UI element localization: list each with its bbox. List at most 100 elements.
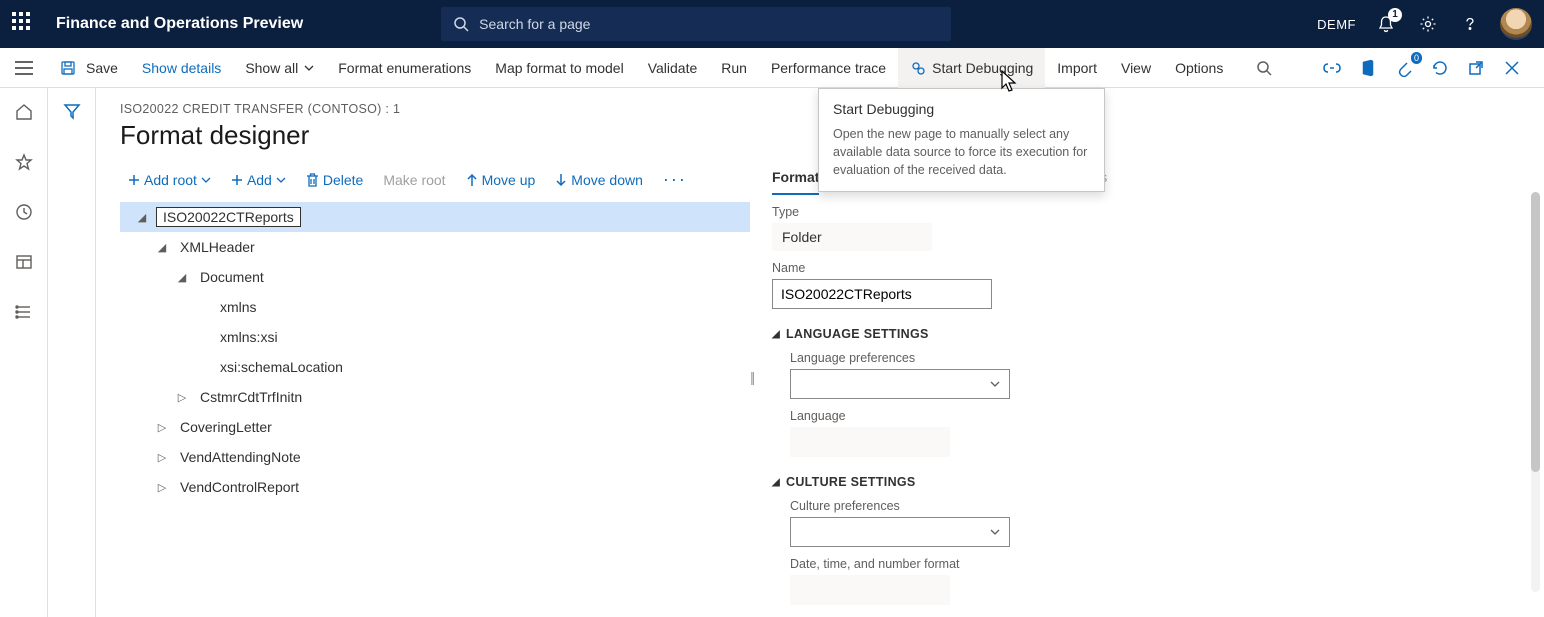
collapse-icon[interactable]: ◢	[154, 241, 170, 254]
command-bar-right: 0	[1248, 52, 1536, 84]
link-icon[interactable]	[1316, 52, 1348, 84]
close-icon[interactable]	[1496, 52, 1528, 84]
language-pref-dropdown[interactable]	[790, 369, 1010, 399]
tree-node-label: xsi:schemaLocation	[216, 357, 347, 377]
notifications-icon[interactable]: 1	[1374, 12, 1398, 36]
format-tree: ◢ ISO20022CTReports ◢ XMLHeader ◢ Docume…	[120, 202, 750, 502]
start-debugging-button[interactable]: Start Debugging	[898, 48, 1045, 88]
app-launcher-icon[interactable]	[12, 12, 36, 36]
plus-icon	[231, 174, 243, 186]
tree-node-label: XMLHeader	[176, 237, 259, 257]
date-format-value	[790, 575, 950, 605]
expand-icon[interactable]: ▷	[154, 451, 170, 464]
save-icon	[60, 60, 76, 76]
arrow-up-icon	[466, 173, 478, 187]
home-icon[interactable]	[8, 96, 40, 128]
chevron-down-icon	[989, 528, 1001, 536]
language-pref-label: Language preferences	[790, 351, 1520, 365]
scrollbar-thumb[interactable]	[1531, 192, 1540, 472]
notification-badge: 1	[1388, 8, 1402, 22]
delete-button[interactable]: Delete	[298, 168, 371, 192]
help-icon[interactable]	[1458, 12, 1482, 36]
name-input[interactable]	[772, 279, 992, 309]
expand-icon[interactable]: ▷	[154, 421, 170, 434]
expand-icon[interactable]: ▷	[174, 391, 190, 404]
culture-settings-header[interactable]: ◢ CULTURE SETTINGS	[772, 475, 1520, 489]
performance-trace-button[interactable]: Performance trace	[759, 48, 898, 88]
collapse-icon[interactable]: ◢	[134, 211, 150, 224]
global-search-input[interactable]: Search for a page	[441, 7, 951, 41]
tree-node-label: xmlns:xsi	[216, 327, 282, 347]
refresh-icon[interactable]	[1424, 52, 1456, 84]
settings-icon[interactable]	[1416, 12, 1440, 36]
collapse-icon[interactable]: ◢	[174, 271, 190, 284]
user-avatar[interactable]	[1500, 8, 1532, 40]
top-navbar: Finance and Operations Preview Search fo…	[0, 0, 1544, 48]
tree-node-schema[interactable]: · xsi:schemaLocation	[120, 352, 750, 382]
more-button[interactable]: ···	[655, 165, 695, 194]
tree-node-cstmr[interactable]: ▷ CstmrCdtTrfInitn	[120, 382, 750, 412]
show-all-button[interactable]: Show all	[233, 48, 326, 88]
plus-icon	[128, 174, 140, 186]
tree-column: Add root Add Delete Make root	[120, 165, 754, 605]
trash-icon	[306, 173, 319, 187]
favorites-icon[interactable]	[8, 146, 40, 178]
date-format-label: Date, time, and number format	[790, 557, 1520, 571]
view-button[interactable]: View	[1109, 48, 1163, 88]
search-icon	[453, 16, 469, 32]
tab-format[interactable]: Format	[772, 165, 819, 195]
tree-node-label: VendAttendingNote	[176, 447, 305, 467]
move-down-button[interactable]: Move down	[547, 168, 651, 192]
tree-node-label: VendControlReport	[176, 477, 303, 497]
filter-icon[interactable]	[63, 102, 81, 617]
save-button[interactable]: Save	[48, 48, 130, 88]
collapse-icon: ◢	[772, 477, 780, 488]
tree-node-document[interactable]: ◢ Document	[120, 262, 750, 292]
left-nav-rail	[0, 88, 48, 617]
format-enumerations-button[interactable]: Format enumerations	[326, 48, 483, 88]
tree-node-root[interactable]: ◢ ISO20022CTReports	[120, 202, 750, 232]
type-label: Type	[772, 205, 1520, 219]
validate-button[interactable]: Validate	[636, 48, 710, 88]
scrollbar[interactable]	[1531, 192, 1540, 592]
name-label: Name	[772, 261, 1520, 275]
run-button[interactable]: Run	[709, 48, 759, 88]
modules-icon[interactable]	[8, 296, 40, 328]
popout-icon[interactable]	[1460, 52, 1492, 84]
show-details-button[interactable]: Show details	[130, 48, 233, 88]
tree-node-xmlns[interactable]: · xmlns	[120, 292, 750, 322]
tree-node-covering[interactable]: ▷ CoveringLetter	[120, 412, 750, 442]
app-title: Finance and Operations Preview	[56, 15, 303, 33]
tooltip-body: Open the new page to manually select any…	[833, 125, 1090, 179]
chevron-down-icon	[304, 65, 314, 71]
tree-node-label: xmlns	[216, 297, 261, 317]
language-settings-header[interactable]: ◢ LANGUAGE SETTINGS	[772, 327, 1520, 341]
add-button[interactable]: Add	[223, 168, 294, 192]
attachments-icon[interactable]: 0	[1388, 52, 1420, 84]
nav-toggle-icon[interactable]	[0, 48, 48, 88]
tree-node-vendattend[interactable]: ▷ VendAttendingNote	[120, 442, 750, 472]
tree-node-xmlnsxsi[interactable]: · xmlns:xsi	[120, 322, 750, 352]
tree-node-xmlheader[interactable]: ◢ XMLHeader	[120, 232, 750, 262]
add-root-button[interactable]: Add root	[120, 168, 219, 192]
chevron-down-icon	[201, 177, 211, 183]
command-search-icon[interactable]	[1248, 52, 1280, 84]
recent-icon[interactable]	[8, 196, 40, 228]
make-root-button: Make root	[375, 168, 453, 192]
culture-pref-dropdown[interactable]	[790, 517, 1010, 547]
legal-entity-label[interactable]: DEMF	[1317, 17, 1356, 32]
workspaces-icon[interactable]	[8, 246, 40, 278]
chevron-down-icon	[989, 380, 1001, 388]
debug-icon	[910, 60, 926, 76]
move-up-button[interactable]: Move up	[458, 168, 544, 192]
tree-node-vendcontrol[interactable]: ▷ VendControlReport	[120, 472, 750, 502]
expand-icon[interactable]: ▷	[154, 481, 170, 494]
splitter-handle[interactable]: ||	[750, 369, 753, 385]
import-button[interactable]: Import	[1045, 48, 1109, 88]
options-button[interactable]: Options	[1163, 48, 1235, 88]
map-format-button[interactable]: Map format to model	[483, 48, 635, 88]
language-value	[790, 427, 950, 457]
office-icon[interactable]	[1352, 52, 1384, 84]
type-value: Folder	[772, 223, 932, 251]
tree-node-label: ISO20022CTReports	[156, 207, 301, 227]
